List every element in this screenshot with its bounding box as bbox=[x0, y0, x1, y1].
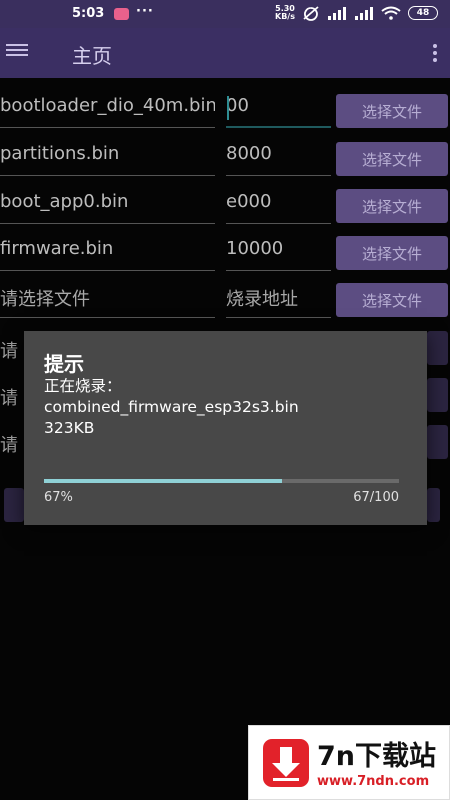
watermark-url: www.7ndn.com bbox=[317, 774, 430, 789]
progress-count: 67/100 bbox=[353, 490, 399, 505]
file-row-1: bootloader_dio_40m.bin 00 选择文件 bbox=[0, 90, 450, 130]
app-screen: 5:03 ··· 5.30 KB/s 48 主页 bootloader_dio_… bbox=[0, 0, 450, 800]
obscured-row-label-8: 请 bbox=[0, 435, 18, 456]
file-name-input-2[interactable]: partitions.bin bbox=[0, 138, 215, 176]
file-row-4: firmware.bin 10000 选择文件 bbox=[0, 233, 450, 273]
address-input-2[interactable]: 8000 bbox=[226, 138, 331, 176]
address-input-1[interactable]: 00 bbox=[226, 90, 331, 128]
file-name-input-3[interactable]: boot_app0.bin bbox=[0, 186, 215, 224]
more-vert-icon[interactable] bbox=[430, 42, 440, 64]
network-speed-unit: KB/s bbox=[275, 12, 295, 21]
address-input-3[interactable]: e000 bbox=[226, 186, 331, 224]
dialog-file-size: 323KB bbox=[44, 419, 95, 437]
battery-level: 48 bbox=[416, 8, 430, 18]
status-time: 5:03 bbox=[72, 6, 105, 21]
watermark-brand: 7n下载站 bbox=[317, 741, 437, 772]
progress-bar bbox=[44, 479, 399, 483]
file-row-3: boot_app0.bin e000 选择文件 bbox=[0, 186, 450, 226]
dialog-message: 正在烧录： combined_firmware_esp32s3.bin 323K… bbox=[44, 376, 414, 439]
select-file-button-3[interactable]: 选择文件 bbox=[336, 189, 448, 223]
address-input-5[interactable]: 烧录地址 bbox=[226, 280, 331, 318]
obscured-flash-button-left bbox=[4, 488, 24, 522]
dialog-status-line: 正在烧录： bbox=[44, 377, 122, 395]
status-indicators: 5.30 KB/s 48 bbox=[275, 5, 438, 21]
file-name-input-5[interactable]: 请选择文件 bbox=[0, 280, 215, 318]
progress-bar-fill bbox=[44, 479, 282, 483]
app-toolbar: 主页 bbox=[0, 28, 450, 78]
dialog-file-name: combined_firmware_esp32s3.bin bbox=[44, 398, 299, 416]
obscured-flash-button-right bbox=[427, 488, 440, 522]
address-value-1: 00 bbox=[226, 95, 249, 116]
notification-icon bbox=[114, 8, 129, 20]
obscured-row-label-7: 请 bbox=[0, 388, 18, 409]
obscured-row-label-6: 请 bbox=[0, 341, 18, 362]
signal-icon-2 bbox=[355, 7, 373, 20]
obscured-select-button-6 bbox=[427, 331, 448, 365]
hamburger-menu-icon[interactable] bbox=[6, 41, 30, 65]
network-speed: 5.30 KB/s bbox=[275, 5, 295, 21]
obscured-select-button-7 bbox=[427, 378, 448, 412]
address-input-4[interactable]: 10000 bbox=[226, 233, 331, 271]
dialog-title: 提示 bbox=[44, 352, 84, 376]
status-bar: 5:03 ··· 5.30 KB/s 48 bbox=[0, 0, 450, 28]
select-file-button-4[interactable]: 选择文件 bbox=[336, 236, 448, 270]
progress-percent: 67% bbox=[44, 490, 73, 505]
signal-icon bbox=[328, 7, 346, 20]
select-file-button-1[interactable]: 选择文件 bbox=[336, 94, 448, 128]
watermark-badge: 7n下载站 www.7ndn.com bbox=[248, 725, 450, 800]
select-file-button-5[interactable]: 选择文件 bbox=[336, 283, 448, 317]
alarm-off-icon bbox=[303, 6, 319, 21]
page-title: 主页 bbox=[72, 44, 112, 68]
file-row-5: 请选择文件 烧录地址 选择文件 bbox=[0, 280, 450, 320]
battery-icon: 48 bbox=[408, 6, 438, 20]
file-name-input-1[interactable]: bootloader_dio_40m.bin bbox=[0, 90, 215, 128]
status-overflow-dots: ··· bbox=[136, 4, 154, 19]
wifi-icon bbox=[381, 6, 401, 20]
flash-progress-dialog: 提示 正在烧录： combined_firmware_esp32s3.bin 3… bbox=[24, 331, 427, 525]
obscured-select-button-8 bbox=[427, 425, 448, 459]
file-row-2: partitions.bin 8000 选择文件 bbox=[0, 138, 450, 178]
select-file-button-2[interactable]: 选择文件 bbox=[336, 142, 448, 176]
download-logo-icon bbox=[263, 739, 309, 787]
file-name-input-4[interactable]: firmware.bin bbox=[0, 233, 215, 271]
